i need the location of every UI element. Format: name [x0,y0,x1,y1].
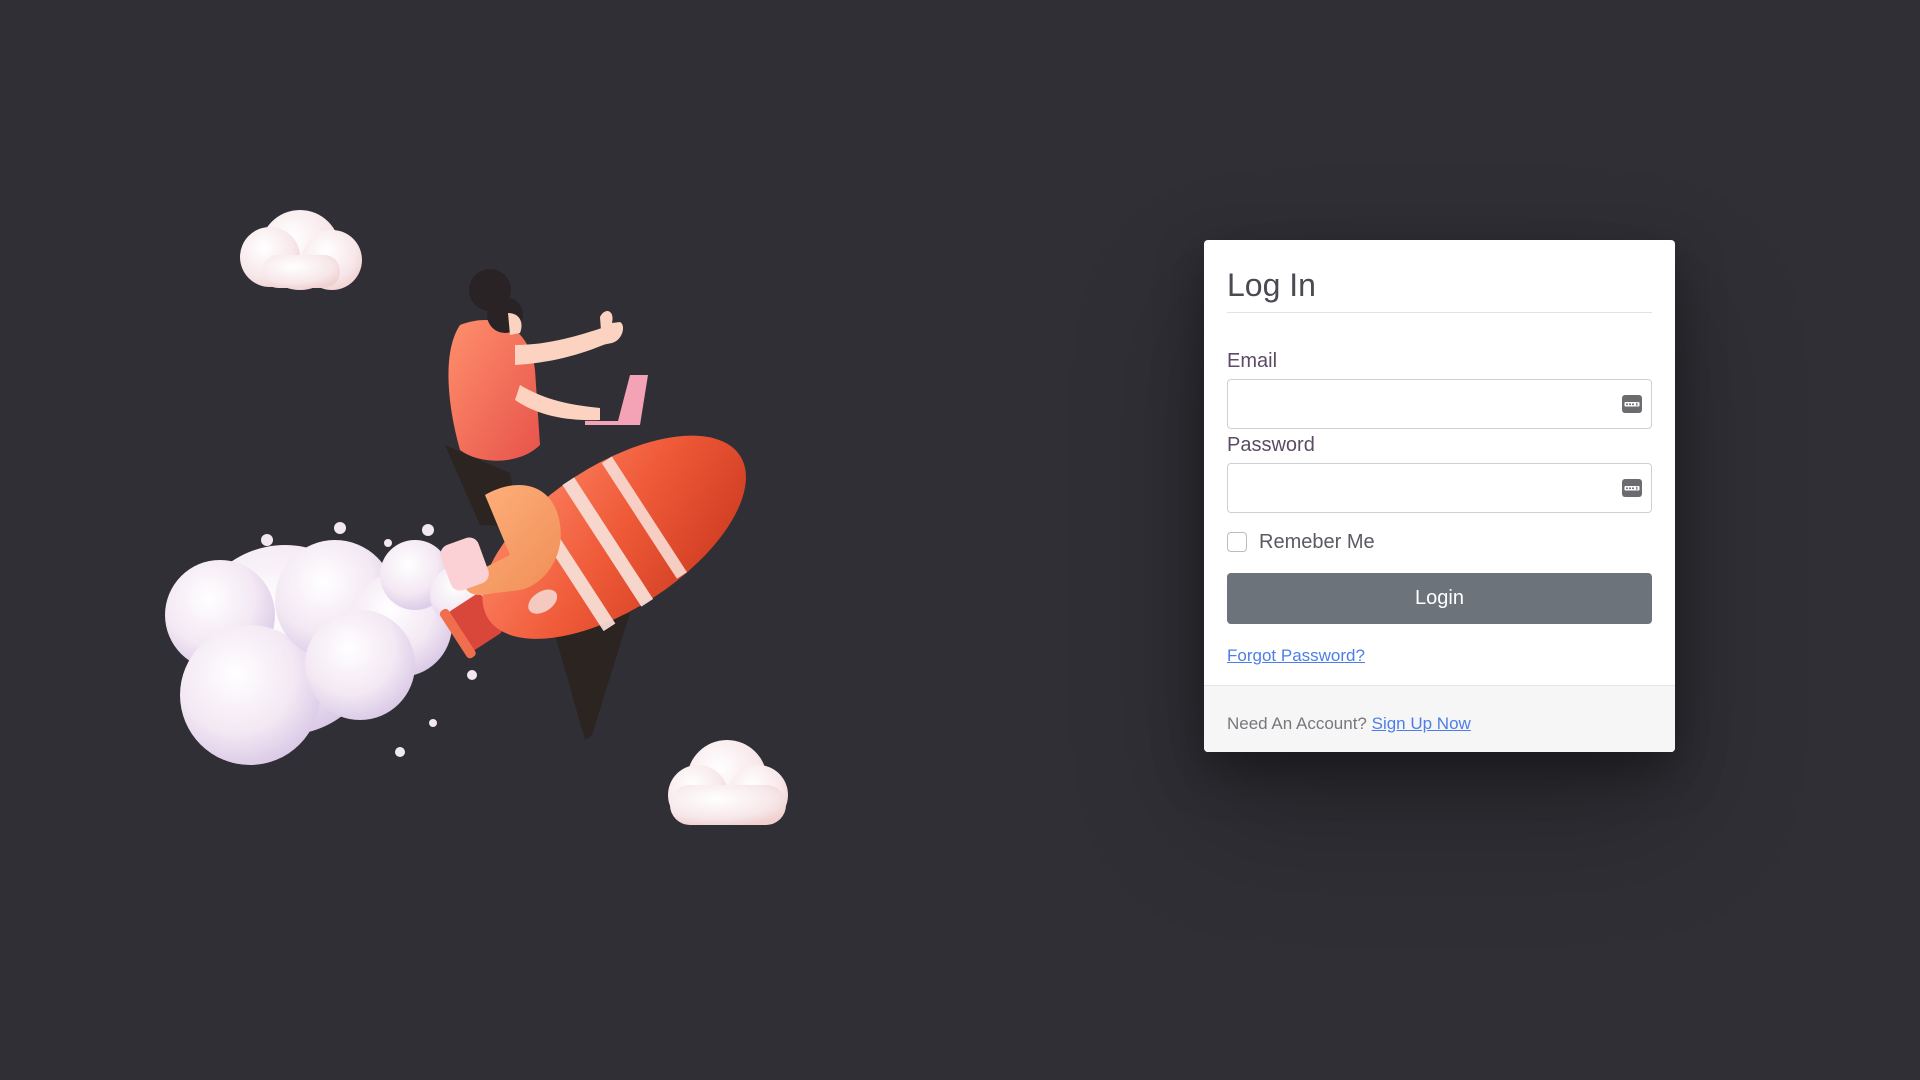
password-manager-key-icon[interactable] [1622,395,1642,413]
password-label: Password [1227,434,1315,456]
sign-up-link[interactable]: Sign Up Now [1372,714,1471,733]
remember-me-row: Remeber Me [1227,527,1652,557]
login-form: Log In Email Password Remeber Me Login F… [1204,240,1675,666]
password-field-wrapper [1227,463,1652,513]
login-button[interactable]: Login [1227,573,1652,624]
need-account-text: Need An Account? [1227,714,1372,733]
forgot-password-link[interactable]: Forgot Password? [1227,646,1365,666]
login-card: Log In Email Password Remeber Me Login F… [1204,240,1675,752]
password-field[interactable] [1227,463,1652,513]
rocket-rider-illustration [165,210,788,825]
email-field[interactable] [1227,379,1652,429]
remember-me-label[interactable]: Remeber Me [1259,531,1375,554]
email-field-wrapper [1227,379,1652,429]
exhaust-cloud-icon [165,522,490,765]
cloud-top-icon [240,210,362,290]
page-title: Log In [1227,240,1652,313]
remember-me-checkbox[interactable] [1227,532,1247,552]
cloud-bottom-icon [668,740,788,825]
card-footer: Need An Account? Sign Up Now [1204,685,1675,752]
login-page: Log In Email Password Remeber Me Login F… [0,0,1920,1080]
password-manager-key-icon[interactable] [1622,479,1642,497]
email-label: Email [1227,350,1278,372]
